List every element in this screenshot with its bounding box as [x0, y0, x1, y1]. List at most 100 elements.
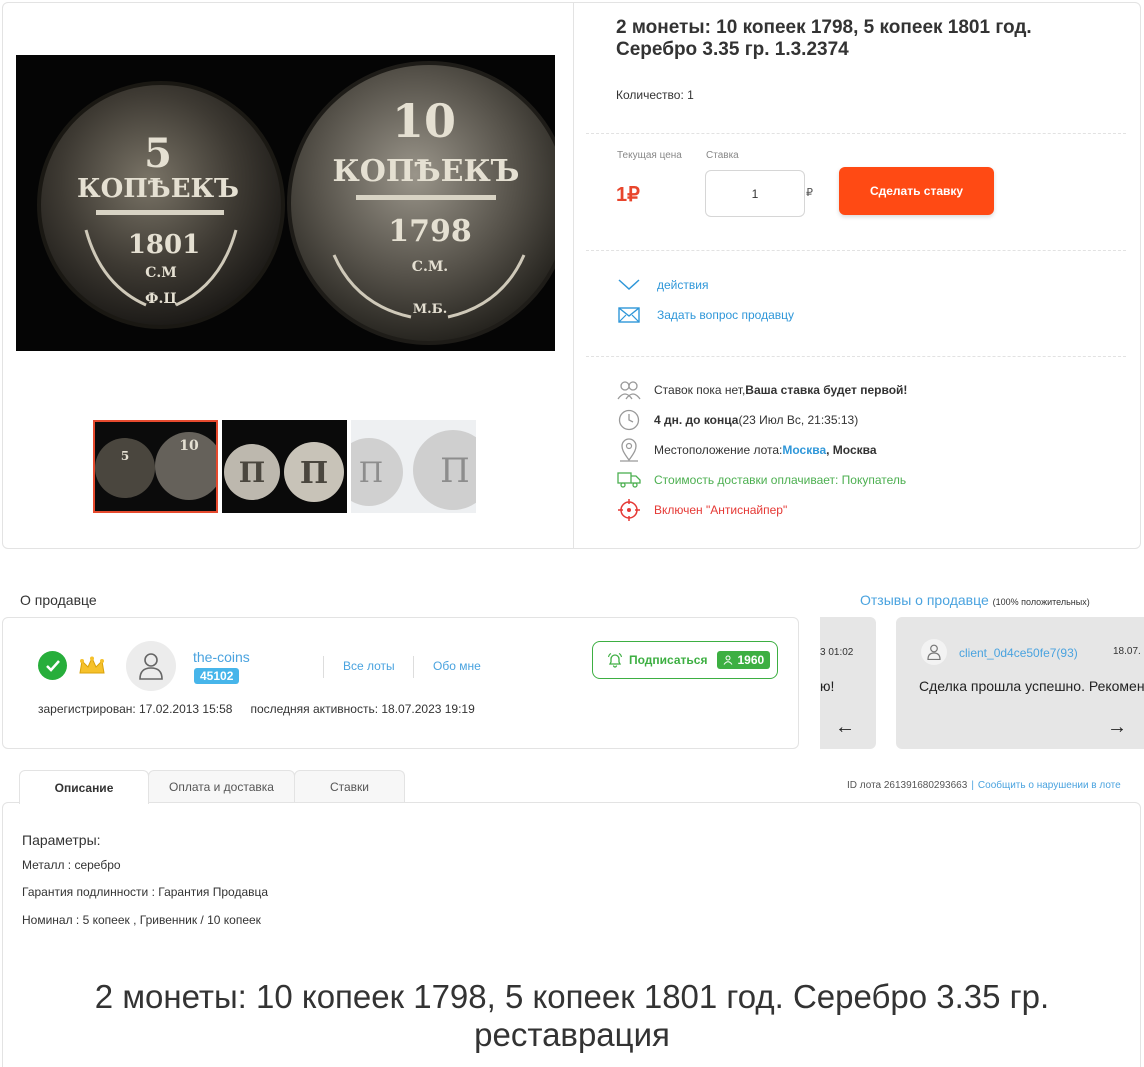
lot-id: ID лота 261391680293663 [847, 780, 968, 791]
thumb-right-value: 10 [179, 438, 199, 454]
actions-link-label: действия [657, 278, 709, 292]
params-title: Параметры: [22, 832, 101, 848]
reviewer-avatar [921, 639, 947, 665]
ask-seller-link[interactable]: Задать вопрос продавцу [617, 306, 794, 324]
coin-left-word: КОПѢЕКЪ [77, 174, 239, 204]
seller-card [2, 617, 799, 749]
place-bid-button[interactable]: Сделать ставку [839, 167, 994, 215]
photo-thumbnails: 5 10 П П П П [93, 420, 476, 513]
bid-input[interactable] [705, 170, 805, 217]
seller-heading: О продавце [20, 592, 97, 608]
users-icon [617, 378, 641, 402]
lot-title: 2 монеты: 10 копеек 1798, 5 копеек 1801 … [616, 17, 1032, 60]
bell-icon [607, 653, 623, 668]
clock-icon [617, 408, 641, 432]
tab-bids[interactable]: Ставки [294, 770, 405, 803]
coin-right-mint: С.М. [412, 259, 448, 275]
time-info: 4 дн. до конца (23 Июл Вс, 21:35:13) [617, 408, 858, 432]
antisniper-text: Включен "Антиснайпер" [654, 503, 788, 517]
antisniper-info: Включен "Антиснайпер" [617, 498, 787, 522]
crown-icon [78, 656, 106, 681]
bids-info: Ставок пока нет, Ваша ставка будет перво… [617, 378, 907, 402]
coin-left-value: 5 [144, 130, 172, 177]
crosshair-icon [617, 498, 641, 522]
reviews-heading-label: Отзывы о продавце [860, 592, 989, 608]
coin-left-year: 1801 [128, 230, 200, 260]
about-seller-link[interactable]: Обо мне [433, 659, 481, 673]
actions-link[interactable]: действия [617, 276, 708, 294]
location-label: Местоположение лота: [654, 443, 783, 457]
thumb2-right-monogram: П [300, 456, 328, 491]
thumbnail-1[interactable]: 5 10 [93, 420, 218, 513]
all-lots-link[interactable]: Все лоты [343, 659, 395, 673]
bids-text: Ставок пока нет, [654, 383, 746, 397]
verified-check-icon [38, 651, 67, 680]
truck-icon [617, 468, 641, 492]
review-date: 18.07. [1113, 646, 1141, 657]
registered-date: зарегистрирован: 17.02.2013 15:58 [38, 702, 233, 716]
divider [586, 250, 1126, 251]
param-metal: Металл : серебро [22, 858, 121, 872]
location-info: Местоположение лота: Москва, Москва [617, 438, 877, 462]
thumb3-left-monogram: П [359, 456, 383, 489]
seller-avatar[interactable] [126, 641, 176, 691]
ask-seller-label: Задать вопрос продавцу [657, 308, 795, 322]
description-title: 2 монеты: 10 копеек 1798, 5 копеек 1801 … [94, 978, 1050, 1053]
location-city-link[interactable]: Москва [782, 443, 826, 457]
seller-meta: зарегистрирован: 17.02.2013 15:58 последн… [38, 702, 475, 716]
reviews-note: (100% положительных) [992, 597, 1090, 607]
reviewer-name-link[interactable]: client_0d4ce50fe7(93) [959, 646, 1078, 660]
arrow-right-icon[interactable]: → [1107, 716, 1127, 739]
shipping-text: Стоимость доставки оплачивает: Покупател… [654, 473, 907, 487]
chevron-down-icon [617, 276, 641, 294]
time-left: 4 дн. до конца [654, 413, 739, 427]
reviews-heading[interactable]: Отзывы о продавце (100% положительных) [860, 592, 1090, 608]
tab-description[interactable]: Описание [19, 770, 149, 804]
user-icon [724, 655, 733, 665]
arrow-left-icon[interactable]: ← [835, 716, 855, 739]
coin-left-mark: Ф.Ц [145, 291, 177, 307]
bid-currency: ₽ [806, 187, 813, 199]
map-pin-icon [617, 438, 641, 462]
thumbnail-2[interactable]: П П [222, 420, 347, 513]
bids-bold: Ваша ставка будет первой! [745, 383, 908, 397]
review-text: Сделка прошла успешно. Рекомен [919, 678, 1144, 694]
tab-payment-delivery[interactable]: Оплата и доставка [148, 770, 295, 803]
thumb2-left-monogram: П [239, 456, 265, 489]
price-label: Текущая цена [617, 150, 682, 161]
thumb-left-value: 5 [121, 449, 129, 463]
current-price: 1₽ [616, 184, 640, 206]
seller-rating-badge: 45102 [194, 668, 240, 684]
divider [586, 133, 1126, 134]
divider [586, 356, 1126, 357]
separator: | [971, 780, 974, 791]
coin-right-word: КОПѢЕКЪ [332, 154, 519, 189]
location-region: , Москва [826, 443, 877, 457]
param-denomination: Номинал : 5 копеек , Гривенник / 10 копе… [22, 913, 261, 927]
last-activity: последняя активность: 18.07.2023 19:19 [250, 702, 475, 716]
review-text: ю! [820, 678, 835, 694]
param-guarantee: Гарантия подлинности : Гарантия Продавца [22, 885, 269, 899]
lot-id-bar: ID лота 261391680293663 | Сообщить о наруш… [847, 780, 1121, 791]
envelope-icon [617, 306, 641, 324]
coin-right-value: 10 [392, 94, 456, 148]
separator [413, 656, 414, 678]
coin-right-year: 1798 [388, 214, 472, 249]
separator [323, 656, 324, 678]
coin-left-mint: С.М [145, 265, 177, 281]
subscribers-count: 1960 [717, 651, 771, 669]
review-date: 3 01:02 [820, 647, 854, 658]
time-end: (23 Июл Вс, 21:35:13) [738, 413, 859, 427]
thumbnail-3[interactable]: П П [351, 420, 476, 513]
coin-right-mark: М.Б. [413, 302, 448, 317]
shipping-info: Стоимость доставки оплачивает: Покупател… [617, 468, 906, 492]
report-link[interactable]: Сообщить о нарушении в лоте [978, 780, 1121, 791]
bid-label: Ставка [706, 150, 739, 161]
lot-quantity: Количество: 1 [616, 88, 694, 102]
subscribe-label: Подписаться [629, 653, 708, 667]
subscribe-button[interactable]: Подписаться 1960 [592, 641, 778, 679]
seller-name-link[interactable]: the-coins [193, 649, 250, 665]
thumb3-right-monogram: П [440, 451, 470, 491]
main-lot-photo[interactable]: 5 КОПѢЕКЪ 1801 С.М Ф.Ц 10 КОПѢЕКЪ 1798 С… [16, 55, 555, 351]
card-divider [573, 3, 574, 548]
